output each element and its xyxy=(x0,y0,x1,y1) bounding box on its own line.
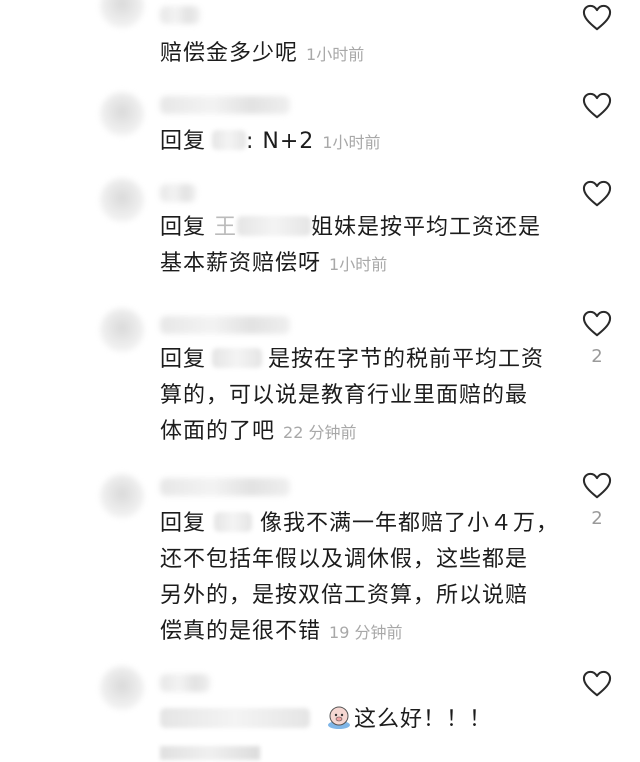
reply-prefix: 回复 xyxy=(160,129,207,154)
comment-content: 像我不满一年都赔了小４万， xyxy=(260,511,560,536)
avatar[interactable] xyxy=(100,178,144,222)
mention-initial: 王 xyxy=(214,215,238,240)
comment-line: 基本薪资赔偿呀 1小时前 xyxy=(160,246,560,283)
mention-redacted[interactable] xyxy=(160,708,310,728)
comment-line: 回复 像我不满一年都赔了小４万， xyxy=(160,506,560,542)
comment-text: 回复 像我不满一年都赔了小４万， 还不包括年假以及调休假，这些都是 另外的，是按双… xyxy=(160,506,560,651)
username-redacted[interactable] xyxy=(160,6,200,24)
heart-outline-icon xyxy=(582,92,612,119)
username-redacted[interactable] xyxy=(160,96,290,114)
username-redacted[interactable] xyxy=(160,316,290,334)
mention-redacted[interactable] xyxy=(214,512,253,532)
comment-content: 另外的，是按双倍工资算，所以说赔 xyxy=(160,583,529,608)
reply-prefix: 回复 xyxy=(160,347,207,372)
avatar[interactable] xyxy=(100,0,144,28)
heart-outline-icon xyxy=(582,310,612,337)
comment-content: 姐妹是按平均工资还是 xyxy=(311,215,542,240)
comment-line: 体面的了吧 22 分钟前 xyxy=(160,414,560,451)
comment-content: 还不包括年假以及调休假，这些都是 xyxy=(160,547,529,572)
comment-content: 基本薪资赔偿呀 xyxy=(160,251,322,276)
comment-text: 赔偿金多少呢 1小时前 xyxy=(160,36,560,73)
comment-text: 回复 : N+2 1小时前 xyxy=(160,124,560,161)
avatar[interactable] xyxy=(100,666,144,710)
like-button[interactable] xyxy=(582,472,612,500)
comment-line: 另外的，是按双倍工资算，所以说赔 xyxy=(160,578,560,614)
heart-outline-icon xyxy=(582,472,612,499)
like-button[interactable] xyxy=(582,670,612,698)
comment-text: 回复 王 姐妹是按平均工资还是 基本薪资赔偿呀 1小时前 xyxy=(160,210,560,283)
comment-content: : N+2 xyxy=(246,129,315,154)
timestamp: 1小时前 xyxy=(306,45,365,64)
timestamp: 22 分钟前 xyxy=(283,423,357,442)
heart-outline-icon xyxy=(582,4,612,31)
avatar[interactable] xyxy=(100,308,144,352)
username-redacted[interactable] xyxy=(160,184,196,202)
comment-content: 偿真的是很不错 xyxy=(160,619,322,644)
timestamp: 19 分钟前 xyxy=(329,623,403,642)
like-count: 2 xyxy=(591,508,603,529)
mention-redacted[interactable] xyxy=(237,216,312,236)
comment-text: 回复 是按在字节的税前平均工资 算的，可以说是教育行业里面赔的最 体面的了吧 22 … xyxy=(160,342,560,451)
like-button[interactable] xyxy=(582,92,612,120)
username-redacted[interactable] xyxy=(160,478,290,496)
heart-outline-icon xyxy=(582,180,612,207)
reply-prefix: 回复 xyxy=(160,215,207,240)
comment-content: 赔偿金多少呢 xyxy=(160,41,299,66)
timestamp: 1小时前 xyxy=(322,133,381,152)
sticker-emoji-icon xyxy=(326,704,352,730)
comment-content: 体面的了吧 xyxy=(160,419,276,444)
timestamp: 1小时前 xyxy=(329,255,388,274)
avatar[interactable] xyxy=(100,474,144,518)
comment-line: 回复 王 姐妹是按平均工资还是 xyxy=(160,210,560,246)
username-redacted[interactable] xyxy=(160,674,210,692)
mention-redacted[interactable] xyxy=(212,348,263,368)
like-button[interactable] xyxy=(582,4,612,32)
like-button[interactable] xyxy=(582,310,612,338)
heart-outline-icon xyxy=(582,670,612,697)
comment-line: 还不包括年假以及调休假，这些都是 xyxy=(160,542,560,578)
cutoff-text-redacted xyxy=(160,746,260,760)
comment-content: 是按在字节的税前平均工资 xyxy=(268,347,545,372)
like-count: 2 xyxy=(591,346,603,367)
mention-redacted[interactable] xyxy=(212,130,247,150)
like-button[interactable] xyxy=(582,180,612,208)
comment-line: 偿真的是很不错 19 分钟前 xyxy=(160,614,560,651)
comment-line: 算的，可以说是教育行业里面赔的最 xyxy=(160,378,560,414)
comment-content: 算的，可以说是教育行业里面赔的最 xyxy=(160,383,529,408)
comment-line: 回复 是按在字节的税前平均工资 xyxy=(160,342,560,378)
comment-text: 这么好！！！ xyxy=(160,702,560,738)
avatar[interactable] xyxy=(100,92,144,136)
reply-prefix: 回复 xyxy=(160,511,207,536)
comment-content: 这么好！！！ xyxy=(354,707,493,732)
